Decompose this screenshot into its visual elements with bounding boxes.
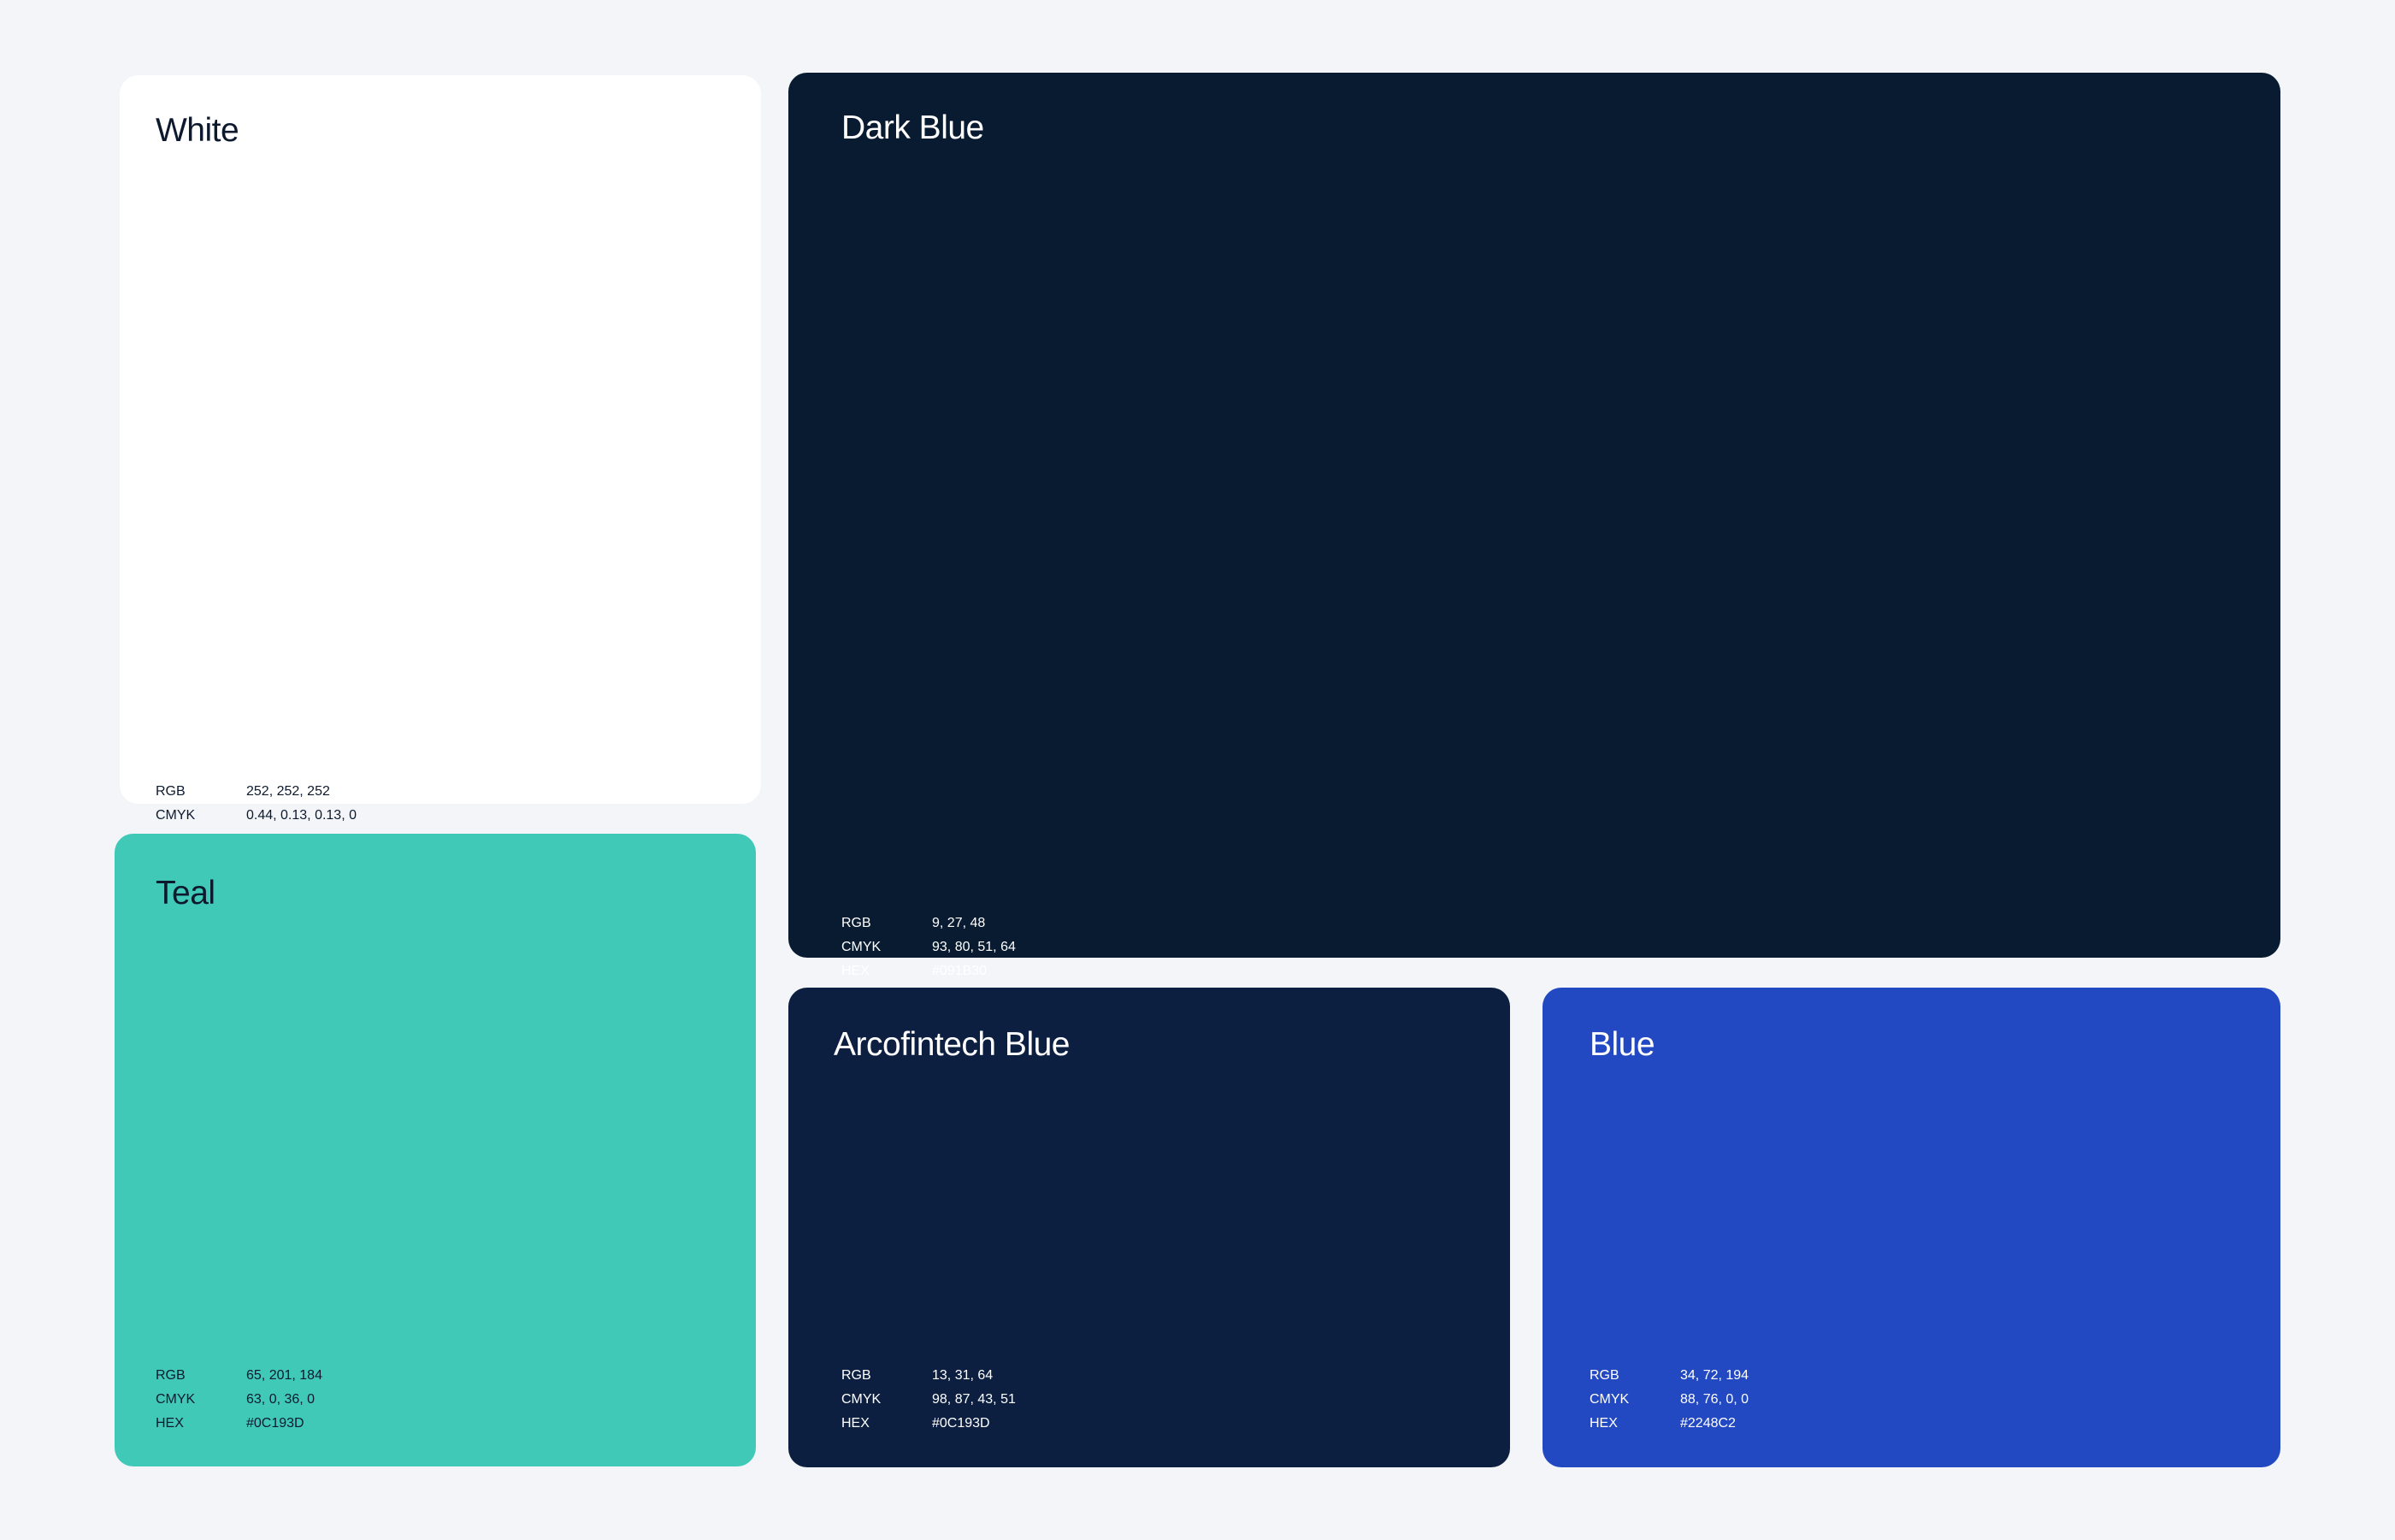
color-values: RGB 9, 27, 48 CMYK 93, 80, 51, 64 HEX #0…: [841, 912, 1016, 983]
cmyk-row: CMYK 98, 87, 43, 51: [841, 1388, 1016, 1412]
rgb-label: RGB: [841, 1368, 871, 1383]
cmyk-value: 0.44, 0.13, 0.13, 0: [246, 808, 357, 823]
swatch-name: Blue: [1590, 1026, 1655, 1063]
color-values: RGB 34, 72, 194 CMYK 88, 76, 0, 0 HEX #2…: [1590, 1364, 1749, 1436]
hex-row: HEX #0C193D: [841, 1412, 1016, 1436]
hex-row: HEX #091B30: [841, 959, 1016, 983]
swatch-arcofintech-blue: Arcofintech Blue RGB 13, 31, 64 CMYK 98,…: [788, 988, 1510, 1467]
cmyk-row: CMYK 88, 76, 0, 0: [1590, 1388, 1749, 1412]
swatch-dark-blue: Dark Blue RGB 9, 27, 48 CMYK 93, 80, 51,…: [788, 73, 2280, 978]
rgb-row: RGB 252, 252, 252: [156, 780, 357, 804]
cmyk-label: CMYK: [1590, 1392, 1630, 1407]
hex-value: #0C193D: [246, 1416, 304, 1431]
hex-row: HEX #0C193D: [156, 1412, 322, 1436]
rgb-row: RGB 34, 72, 194: [1590, 1364, 1749, 1388]
rgb-label: RGB: [1590, 1368, 1619, 1383]
hex-label: HEX: [156, 1416, 184, 1431]
cmyk-row: CMYK 93, 80, 51, 64: [841, 935, 1016, 959]
rgb-value: 65, 201, 184: [246, 1368, 322, 1383]
hex-label: HEX: [841, 964, 870, 978]
rgb-value: 13, 31, 64: [932, 1368, 994, 1383]
hex-label: HEX: [841, 1416, 870, 1431]
hex-row: HEX #2248C2: [1590, 1412, 1749, 1436]
swatch-name: White: [156, 112, 239, 149]
swatch-teal: Teal RGB 65, 201, 184 CMYK 63, 0, 36, 0 …: [115, 834, 756, 1466]
cmyk-row: CMYK 63, 0, 36, 0: [156, 1388, 322, 1412]
rgb-label: RGB: [156, 784, 186, 799]
swatch-name: Arcofintech Blue: [834, 1026, 1071, 1063]
swatch-blue: Blue RGB 34, 72, 194 CMYK 88, 76, 0, 0 H…: [1543, 988, 2280, 1467]
hex-value: #091B30: [932, 964, 988, 978]
cmyk-value: 63, 0, 36, 0: [246, 1392, 316, 1407]
rgb-row: RGB 13, 31, 64: [841, 1364, 1016, 1388]
color-values: RGB 65, 201, 184 CMYK 63, 0, 36, 0 HEX #…: [156, 1364, 322, 1436]
swatch-name: Dark Blue: [841, 109, 984, 146]
rgb-row: RGB 9, 27, 48: [841, 912, 1016, 935]
cmyk-label: CMYK: [841, 940, 882, 954]
cmyk-row: CMYK 0.44, 0.13, 0.13, 0: [156, 804, 357, 828]
rgb-value: 34, 72, 194: [1680, 1368, 1749, 1383]
color-values: RGB 13, 31, 64 CMYK 98, 87, 43, 51 HEX #…: [841, 1364, 1016, 1436]
cmyk-label: CMYK: [156, 1392, 196, 1407]
rgb-value: 252, 252, 252: [246, 784, 330, 799]
hex-value: #2248C2: [1680, 1416, 1736, 1431]
rgb-label: RGB: [841, 916, 871, 930]
rgb-value: 9, 27, 48: [932, 916, 986, 930]
rgb-row: RGB 65, 201, 184: [156, 1364, 322, 1388]
cmyk-value: 98, 87, 43, 51: [932, 1392, 1016, 1407]
rgb-label: RGB: [156, 1368, 186, 1383]
hex-value: #0C193D: [932, 1416, 990, 1431]
cmyk-value: 93, 80, 51, 64: [932, 940, 1016, 954]
cmyk-value: 88, 76, 0, 0: [1680, 1392, 1749, 1407]
cmyk-label: CMYK: [841, 1392, 882, 1407]
swatch-name: Teal: [156, 875, 215, 912]
cmyk-label: CMYK: [156, 808, 196, 823]
hex-label: HEX: [1590, 1416, 1618, 1431]
swatch-white: White RGB 252, 252, 252 CMYK 0.44, 0.13,…: [120, 75, 761, 847]
